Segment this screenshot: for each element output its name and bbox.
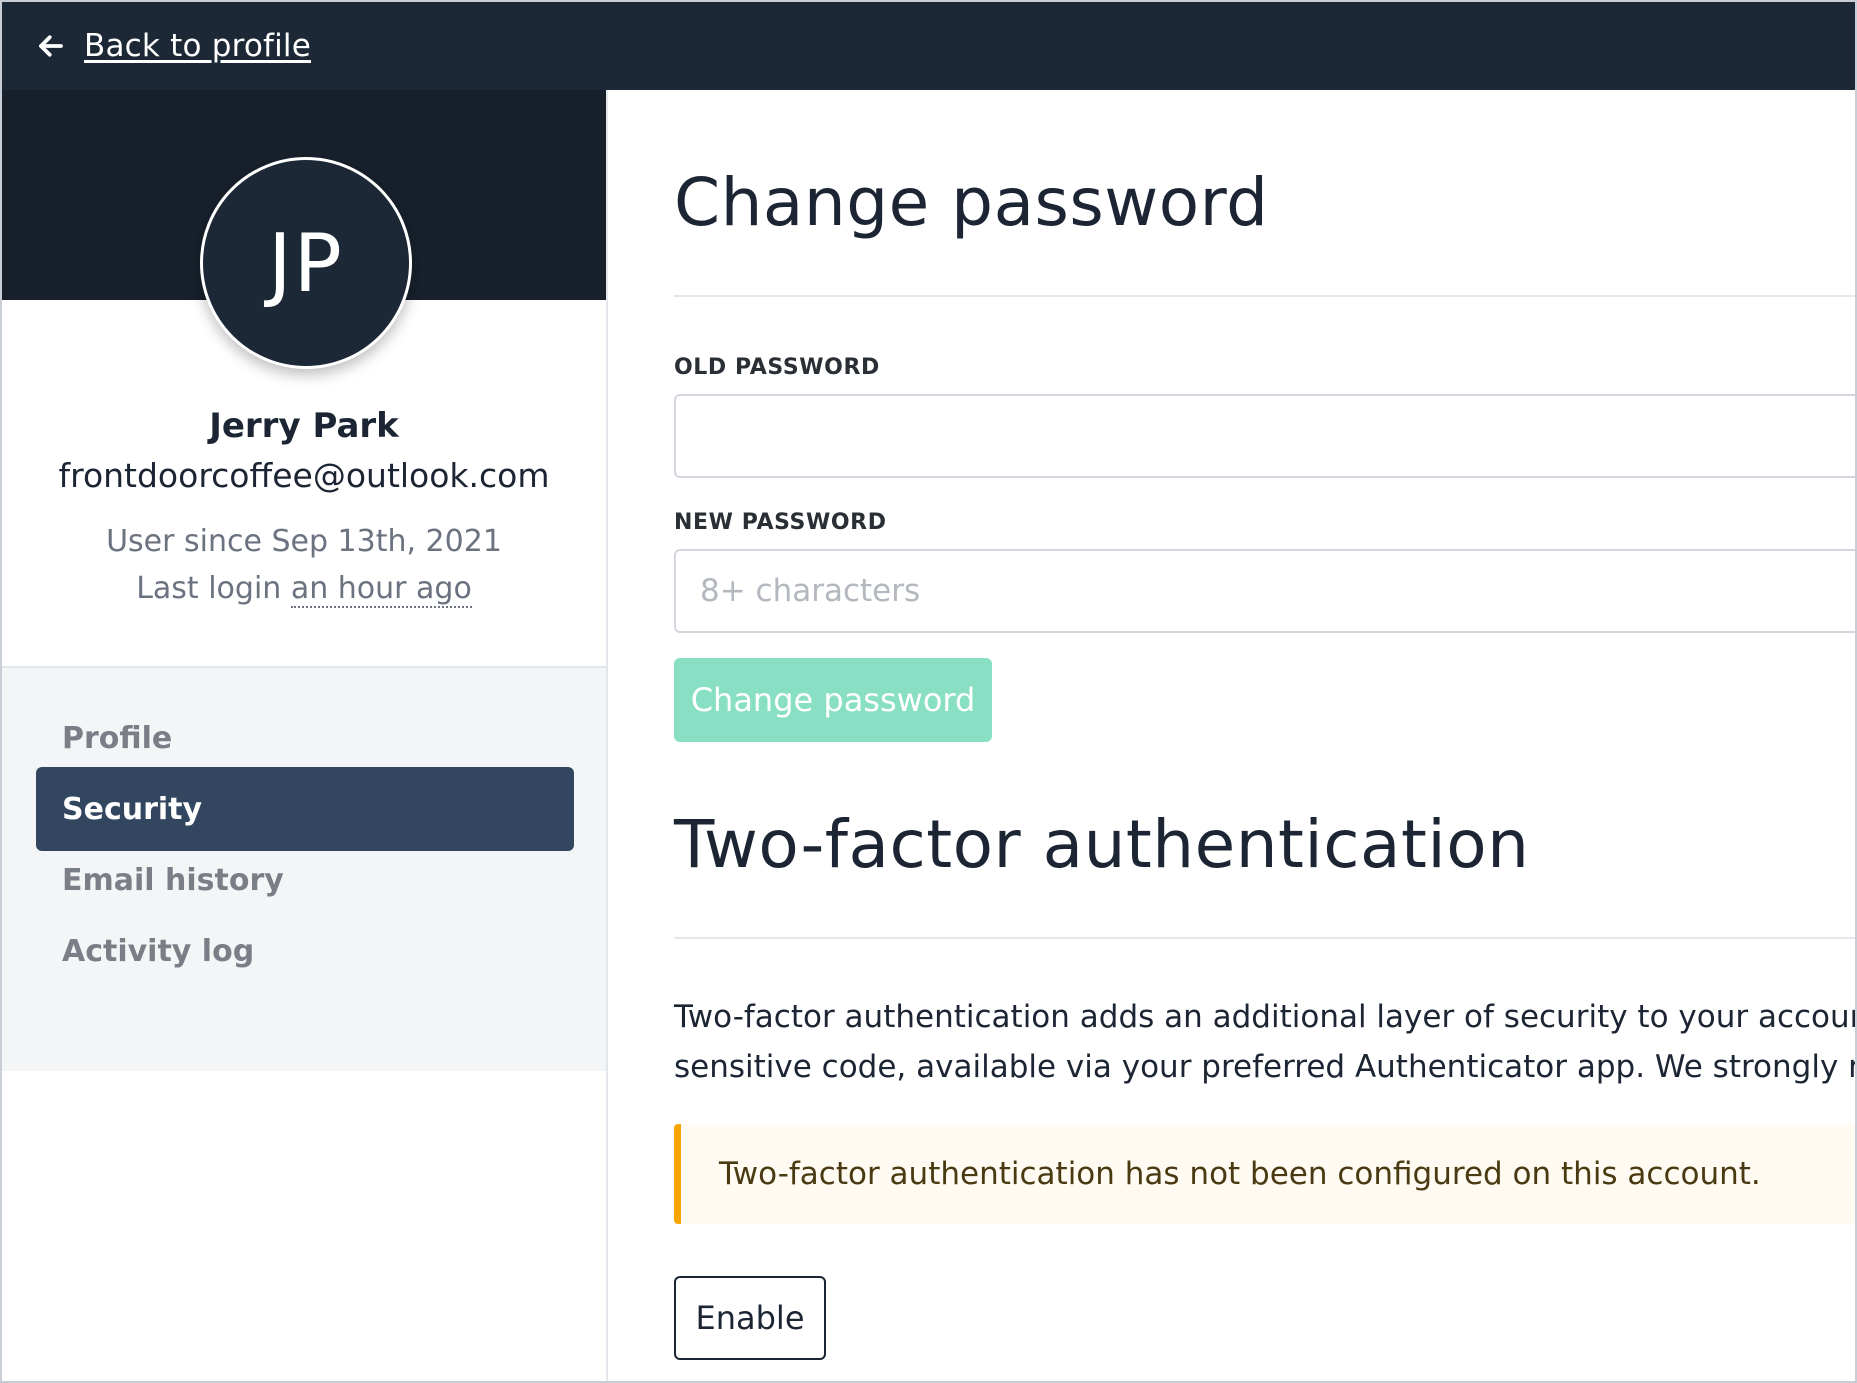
- old-password-label: OLD PASSWORD: [674, 355, 880, 380]
- enable-two-factor-button[interactable]: Enable: [674, 1276, 826, 1360]
- user-name: Jerry Park: [209, 406, 399, 446]
- last-login-prefix: Last login: [136, 571, 282, 606]
- last-login-relative: an hour ago: [290, 571, 472, 608]
- avatar: JP: [200, 157, 412, 369]
- description-line: sensitive code, available via your prefe…: [674, 1049, 1857, 1085]
- description-line: Two-factor authentication adds an additi…: [674, 999, 1857, 1035]
- top-bar: Back to profile: [2, 2, 1855, 90]
- settings-page: Back to profile JP Jerry Park frontdoorc…: [0, 0, 1857, 1383]
- arrow-left-icon: [39, 35, 63, 57]
- new-password-input[interactable]: [674, 549, 1855, 633]
- divider: [674, 295, 1855, 297]
- last-login: Last login an hour ago: [2, 571, 606, 608]
- user-since: User since Sep 13th, 2021: [106, 524, 502, 559]
- nav-item-activity-log[interactable]: Activity log: [36, 909, 574, 993]
- divider: [674, 937, 1855, 939]
- main-content: Change password OLD PASSWORD NEW PASSWOR…: [610, 90, 1857, 1381]
- sidebar: JP Jerry Park frontdoorcoffee@outlook.co…: [2, 90, 608, 1381]
- change-password-heading: Change password: [674, 164, 1269, 241]
- back-to-profile-label: Back to profile: [84, 28, 312, 64]
- two-factor-warning-alert: Two-factor authentication has not been c…: [674, 1124, 1855, 1224]
- new-password-label: NEW PASSWORD: [674, 510, 887, 535]
- settings-nav: Profile Security Email history Activity …: [2, 666, 606, 1071]
- old-password-input[interactable]: [674, 394, 1855, 478]
- change-password-button[interactable]: Change password: [674, 658, 992, 742]
- two-factor-description: Two-factor authentication adds an additi…: [674, 992, 1857, 1092]
- user-email: frontdoorcoffee@outlook.com: [58, 456, 550, 495]
- two-factor-heading: Two-factor authentication: [674, 806, 1530, 883]
- back-to-profile-link[interactable]: Back to profile: [36, 28, 311, 64]
